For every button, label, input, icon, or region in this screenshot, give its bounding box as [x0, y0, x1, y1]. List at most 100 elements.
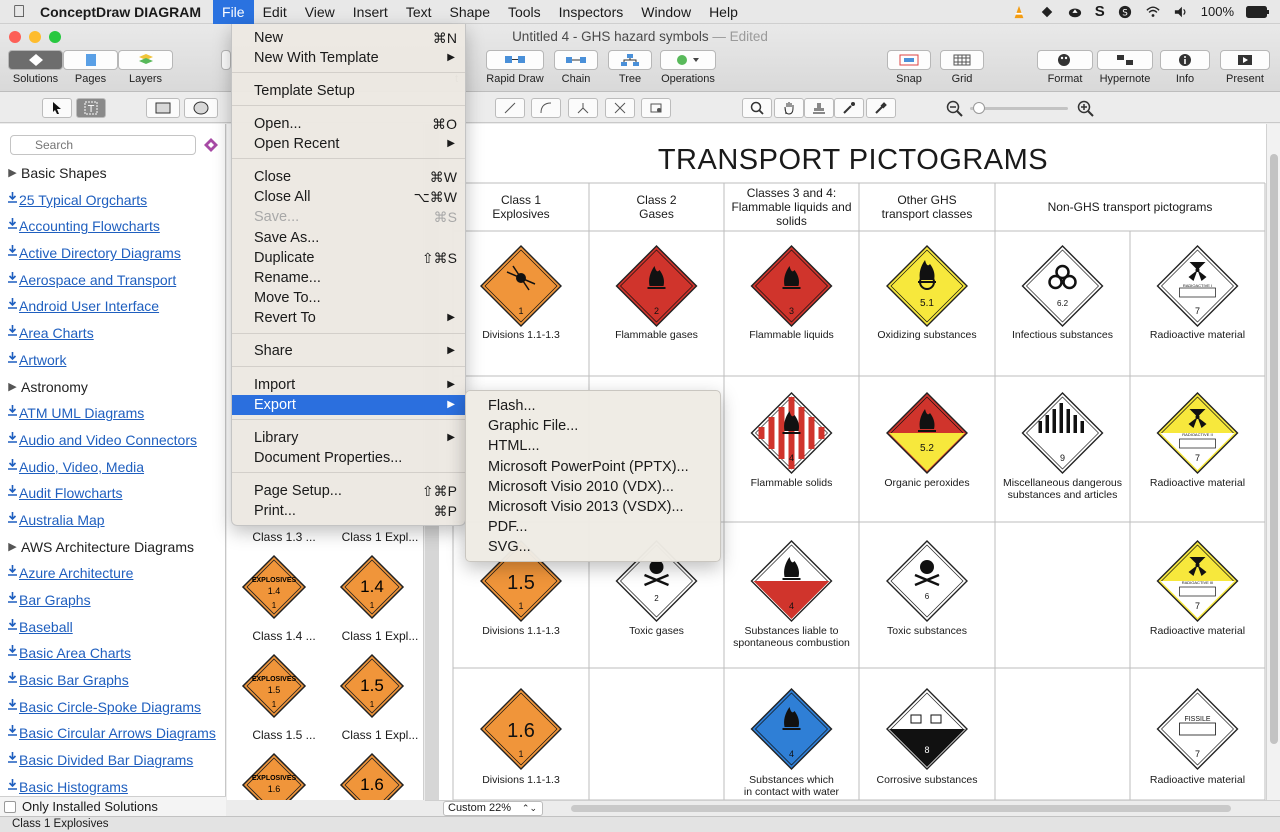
solution-item[interactable]: Accounting Flowcharts	[0, 213, 225, 240]
dropbox-icon[interactable]	[1039, 5, 1055, 19]
library-item-label[interactable]: Class 1.5 ...	[239, 728, 329, 742]
corrosive-pictogram-icon[interactable]	[886, 688, 968, 770]
export-menu-item[interactable]: Graphic File...	[466, 416, 722, 436]
solution-item[interactable]: Aerospace and Transport	[0, 267, 225, 294]
vlc-cone-icon[interactable]	[1011, 5, 1027, 19]
tree-button[interactable]: Tree	[608, 50, 652, 85]
menu-inspectors[interactable]: Inspectors	[550, 0, 633, 24]
file-menu-item[interactable]: New ⌘N	[232, 28, 465, 48]
solution-item[interactable]: Basic Area Charts	[0, 640, 225, 667]
connector-tool-4[interactable]	[605, 98, 635, 118]
export-menu-item[interactable]: HTML...	[466, 436, 722, 456]
file-menu-item[interactable]: Move To...	[232, 288, 465, 308]
file-menu-item[interactable]: Template Setup	[232, 81, 465, 101]
explosive-pictogram-icon[interactable]: 1.41	[337, 552, 407, 622]
battery-icon[interactable]	[1246, 5, 1270, 18]
pictogram-label[interactable]: Toxic substances	[859, 625, 995, 637]
file-menu-item[interactable]: Print... ⌘P	[232, 501, 465, 521]
library-item-label[interactable]: Class 1 Expl...	[335, 629, 423, 643]
pictogram-label[interactable]: Flammable liquids	[724, 329, 859, 341]
solution-item[interactable]: 25 Typical Orgcharts	[0, 187, 225, 214]
pictogram-label[interactable]: Flammable solids	[724, 477, 859, 489]
menu-text[interactable]: Text	[397, 0, 441, 24]
zoom-in-icon[interactable]	[1077, 100, 1094, 117]
pictogram-label[interactable]: Radioactive material	[1130, 625, 1265, 637]
pictogram-label[interactable]: Toxic gases	[589, 625, 724, 637]
pictogram-label[interactable]: Substances which in contact with water	[724, 774, 859, 798]
export-menu-item[interactable]: Flash...	[466, 396, 722, 416]
file-menu-item[interactable]: Revert To ▶	[232, 308, 465, 328]
solution-item[interactable]: ▶ Basic Shapes	[0, 160, 225, 187]
rapid-draw-button[interactable]: Rapid Draw	[486, 50, 544, 85]
solution-item[interactable]: ▶ AWS Architecture Diagrams	[0, 534, 225, 561]
menu-tools[interactable]: Tools	[499, 0, 550, 24]
file-menu-item[interactable]: Document Properties...	[232, 448, 465, 468]
pictogram-label[interactable]: Radioactive material	[1130, 477, 1265, 489]
pictogram-label[interactable]: Divisions 1.1-1.3	[453, 774, 589, 786]
export-menu-item[interactable]: Microsoft PowerPoint (PPTX)...	[466, 457, 722, 477]
explosive-pictogram-icon[interactable]: EXPLOSIVES 1.4 1	[239, 552, 309, 622]
menu-help[interactable]: Help	[700, 0, 747, 24]
pointer-tool[interactable]	[42, 98, 72, 118]
operations-button[interactable]: Operations	[660, 50, 716, 85]
eyedropper-tool[interactable]	[834, 98, 864, 118]
apple-icon[interactable]: 	[0, 2, 38, 22]
hand-tool[interactable]	[774, 98, 804, 118]
volume-icon[interactable]	[1173, 5, 1189, 19]
solution-item[interactable]: Bar Graphs	[0, 587, 225, 614]
format-painter-tool[interactable]	[866, 98, 896, 118]
ellipse-tool[interactable]	[184, 98, 218, 118]
format-button[interactable]: Format	[1037, 50, 1093, 85]
cloud-upload-icon[interactable]	[1067, 5, 1083, 19]
stamp-tool[interactable]	[804, 98, 834, 118]
pictogram-label[interactable]: Substances liable to spontaneous combust…	[724, 625, 859, 649]
pictogram-label[interactable]: Miscellaneous dangerous substances and a…	[995, 477, 1130, 501]
pictogram-label[interactable]: Corrosive substances	[859, 774, 995, 786]
solution-item[interactable]: Audio and Video Connectors	[0, 427, 225, 454]
file-menu-item[interactable]: Library ▶	[232, 428, 465, 448]
library-item-label[interactable]: Class 1 Expl...	[335, 530, 423, 544]
zoom-slider-knob[interactable]	[973, 102, 985, 114]
solution-item[interactable]: Basic Bar Graphs	[0, 667, 225, 694]
menu-file[interactable]: File	[213, 0, 254, 24]
solution-item[interactable]: Australia Map	[0, 507, 225, 534]
connector-tool-2[interactable]	[531, 98, 561, 118]
file-menu-item[interactable]: New With Template ▶	[232, 48, 465, 68]
biohazard-pictogram-icon[interactable]	[1021, 245, 1104, 327]
pictogram-label[interactable]: Organic peroxides	[859, 477, 995, 489]
pictogram-label[interactable]: Infectious substances	[995, 329, 1130, 341]
smart-button[interactable]	[221, 50, 231, 73]
export-menu-item[interactable]: Microsoft Visio 2010 (VDX)...	[466, 477, 722, 497]
library-item-label[interactable]: Class 1 Expl...	[335, 728, 423, 742]
app-menu[interactable]: ConceptDraw DIAGRAM	[38, 4, 213, 20]
solutions-button[interactable]: Solutions	[8, 50, 63, 85]
menu-window[interactable]: Window	[632, 0, 700, 24]
file-menu-item[interactable]: Duplicate ⇧⌘S	[232, 248, 465, 268]
layers-button[interactable]: Layers	[118, 50, 173, 85]
column-header[interactable]: Classes 3 and 4: Flammable liquids and s…	[724, 186, 859, 228]
file-menu-item[interactable]: Import ▶	[232, 375, 465, 395]
solution-item[interactable]: Active Directory Diagrams	[0, 240, 225, 267]
s-app-icon[interactable]: S	[1095, 3, 1105, 20]
grid-button[interactable]: Grid	[940, 50, 984, 85]
pictogram-label[interactable]: Flammable gases	[589, 329, 724, 341]
vertical-scrollbar[interactable]	[1266, 124, 1280, 800]
file-menu-item[interactable]: Rename...	[232, 268, 465, 288]
explosive-pictogram-icon[interactable]: EXPLOSIVES 1.6 1	[239, 750, 309, 800]
export-menu-item[interactable]: Microsoft Visio 2013 (VSDX)...	[466, 497, 722, 517]
search-input[interactable]	[10, 135, 196, 155]
toxic-pictogram-icon[interactable]	[886, 540, 968, 622]
file-menu-item[interactable]: Page Setup... ⇧⌘P	[232, 481, 465, 501]
present-button[interactable]: Present	[1220, 50, 1270, 85]
column-header[interactable]: Class 2 Gases	[589, 193, 724, 221]
only-installed-checkbox[interactable]	[4, 800, 16, 813]
file-menu-item[interactable]: Export ▶	[232, 395, 465, 415]
pictogram-label[interactable]: Divisions 1.1-1.3	[453, 329, 589, 341]
info-button[interactable]: Info	[1160, 50, 1210, 85]
pictogram-label[interactable]: Radioactive material	[1130, 774, 1265, 786]
zoom-select[interactable]: Custom 22% ⌃⌄	[443, 801, 543, 816]
file-menu-item[interactable]: Share ▶	[232, 341, 465, 361]
solution-item[interactable]: Android User Interface	[0, 293, 225, 320]
column-header[interactable]: Non-GHS transport pictograms	[995, 200, 1265, 214]
menu-insert[interactable]: Insert	[344, 0, 397, 24]
